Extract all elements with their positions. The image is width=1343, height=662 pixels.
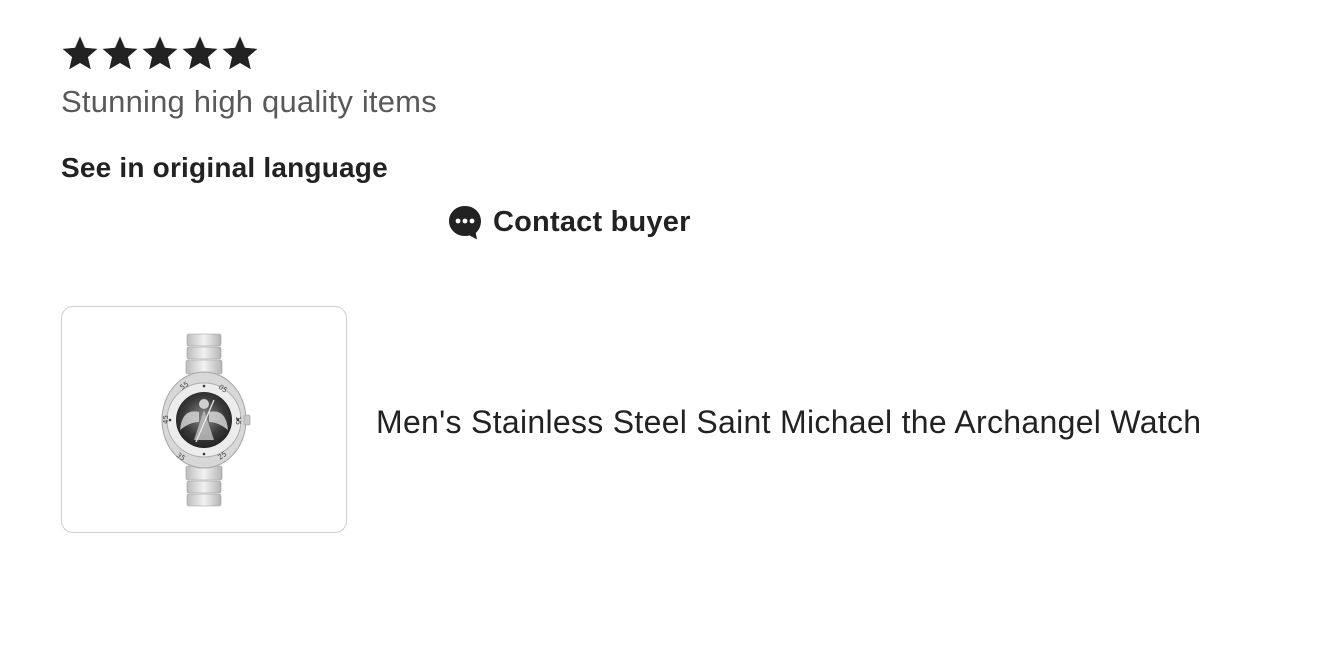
star-icon — [181, 34, 219, 72]
chat-bubble-icon — [447, 203, 483, 241]
watch-image: 55 05 45 15 35 25 — [154, 330, 254, 510]
item-thumbnail-link[interactable]: 55 05 45 15 35 25 — [61, 306, 347, 533]
star-rating — [61, 28, 1301, 78]
contact-buyer-button[interactable]: Contact buyer — [447, 203, 691, 241]
contact-buyer-label: Contact buyer — [493, 205, 691, 238]
star-icon — [221, 34, 259, 72]
review-block: Stunning high quality items — [61, 28, 1301, 122]
review-text: Stunning high quality items — [61, 84, 437, 119]
item-title-link[interactable]: Men's Stainless Steel Saint Michael the … — [376, 404, 1201, 441]
see-original-language-button[interactable]: See in original language — [61, 152, 388, 184]
star-icon — [61, 34, 99, 72]
star-icon — [101, 34, 139, 72]
star-icon — [141, 34, 179, 72]
